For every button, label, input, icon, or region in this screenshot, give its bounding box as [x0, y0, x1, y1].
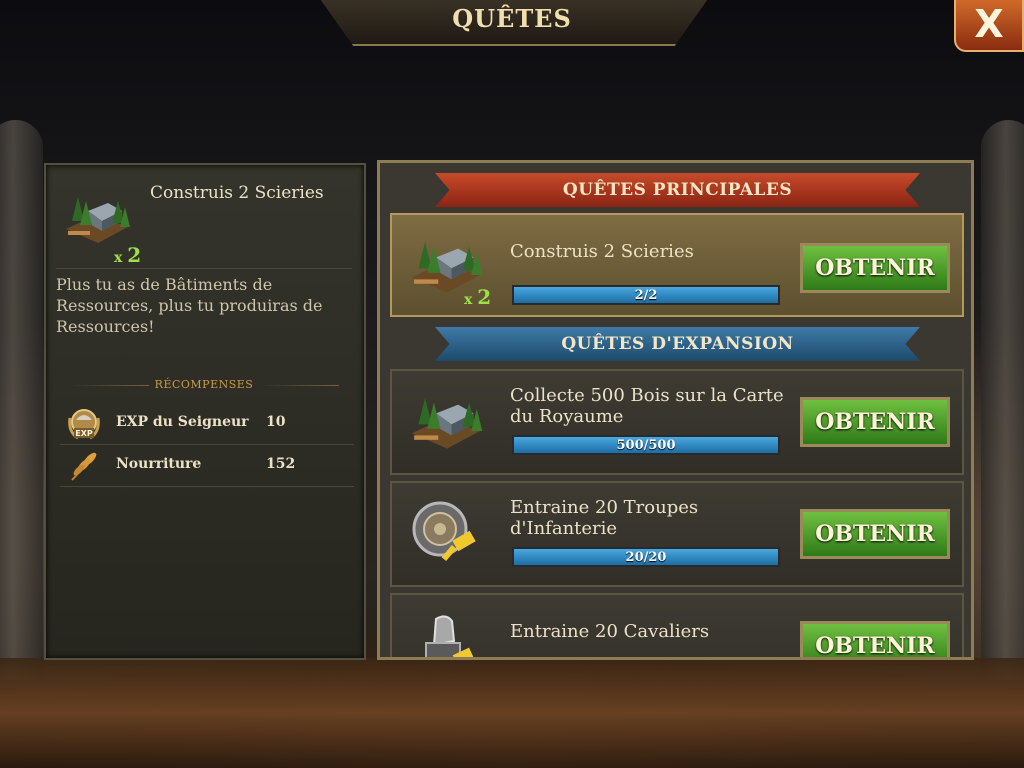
quest-detail-panel: x 2 Construis 2 Scieries Plus tu as de B… — [44, 163, 366, 660]
close-icon: X — [974, 2, 1004, 46]
quest-multiplier: x 2 — [114, 243, 142, 267]
progress-bar: 20/20 — [512, 547, 780, 567]
sawmill-icon — [66, 197, 130, 243]
divider — [56, 268, 352, 269]
rewards-heading: RÉCOMPENSES — [56, 378, 352, 391]
quest-description: Plus tu as de Bâtiments de Ressources, p… — [56, 275, 323, 336]
quest-row[interactable]: Entraine 20 Troupes d'Infanterie 20/20 O… — [390, 481, 964, 587]
quest-row[interactable]: Entraine 20 Cavaliers OBTENIR — [390, 593, 964, 657]
reward-row: EXP EXP du Seigneur 10 — [60, 404, 354, 445]
obtain-button[interactable]: OBTENIR — [800, 509, 950, 559]
page-title: QUÊTES — [452, 4, 572, 33]
sawmill-icon — [411, 398, 483, 449]
quest-list-panel: QUÊTES PRINCIPALES x 2 Construis 2 Scier… — [377, 160, 974, 660]
exp-icon: EXP — [68, 409, 100, 440]
quest-title: Entraine 20 Troupes d'Infanterie — [510, 497, 699, 539]
close-button[interactable]: X — [954, 0, 1024, 52]
progress-bar: 500/500 — [512, 435, 780, 455]
quest-row[interactable]: Collecte 500 Bois sur la Carte du Royaum… — [390, 369, 964, 475]
reward-value: 10 — [266, 414, 286, 430]
obtain-button[interactable]: OBTENIR — [800, 621, 950, 657]
quest-title: Collecte 500 Bois sur la Carte du Royaum… — [510, 385, 784, 427]
obtain-button[interactable]: OBTENIR — [800, 397, 950, 447]
reward-row: Nourriture 152 — [60, 446, 354, 487]
wheat-icon — [71, 452, 97, 481]
shield-icon — [412, 501, 476, 562]
progress-text: 2/2 — [634, 288, 658, 303]
progress-bar: 2/2 — [512, 285, 780, 305]
quest-title: Construis 2 Scieries — [510, 241, 694, 262]
progress-text: 20/20 — [625, 550, 667, 565]
expansion-quests-banner: QUÊTES D'EXPANSION — [435, 327, 920, 361]
main-quests-banner: QUÊTES PRINCIPALES — [435, 173, 920, 207]
quest-title: Entraine 20 Cavaliers — [510, 621, 710, 642]
background-pillar-left — [0, 120, 43, 680]
reward-name: Nourriture — [116, 456, 202, 472]
svg-text:EXP: EXP — [75, 429, 93, 438]
background-floor — [0, 658, 1024, 768]
obtain-button[interactable]: OBTENIR — [800, 243, 950, 293]
progress-text: 500/500 — [616, 438, 676, 453]
background-pillar-right — [981, 120, 1024, 680]
quest-detail-title: Construis 2 Scieries — [150, 183, 324, 203]
knight-icon — [425, 615, 474, 657]
quest-multiplier: x 2 — [464, 285, 492, 309]
reward-value: 152 — [266, 456, 296, 472]
reward-name: EXP du Seigneur — [116, 414, 249, 430]
quest-row-main[interactable]: x 2 Construis 2 Scieries 2/2 OBTENIR — [390, 213, 964, 317]
